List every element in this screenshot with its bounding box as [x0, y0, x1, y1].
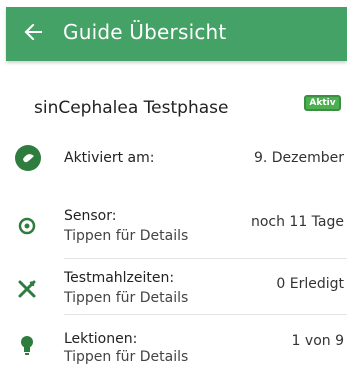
activated-row: Aktiviert am: 9. Dezember: [0, 140, 347, 176]
activated-value: 9. Dezember: [253, 150, 344, 166]
lessons-label: Lektionen:: [64, 331, 138, 347]
divider: [64, 258, 347, 259]
lessons-value: 1 von 9: [291, 333, 344, 349]
test-meals-value: 0 Erledigt: [276, 276, 344, 292]
app-bar: Guide Übersicht: [6, 7, 347, 61]
lightbulb-icon: [19, 334, 35, 356]
sensor-label: Sensor:: [64, 208, 117, 224]
activation-dot-icon: [15, 145, 41, 171]
back-button[interactable]: [18, 19, 48, 49]
sensor-value: noch 11 Tage: [250, 214, 344, 230]
lessons-details-hint: Tippen für Details: [64, 349, 189, 365]
status-badge: Aktiv: [304, 95, 341, 111]
page-title: sinCephalea Testphase: [34, 98, 229, 118]
sensor-details-hint: Tippen für Details: [64, 228, 189, 244]
app-title: Guide Übersicht: [63, 20, 227, 44]
sensor-row[interactable]: Sensor: Tippen für Details noch 11 Tage: [0, 204, 347, 254]
cutlery-icon: [17, 279, 37, 299]
lessons-row[interactable]: Lektionen: Tippen für Details 1 von 9: [0, 326, 347, 365]
sensor-icon: [18, 217, 36, 235]
divider: [64, 314, 347, 315]
test-meals-label: Testmahlzeiten:: [64, 270, 175, 286]
guide-header: sinCephalea Testphase Aktiv: [0, 92, 347, 126]
arrow-left-icon: [24, 23, 42, 44]
test-meals-row[interactable]: Testmahlzeiten: Tippen für Details 0 Erl…: [0, 268, 347, 308]
activated-label: Aktiviert am:: [64, 150, 155, 166]
test-meals-details-hint: Tippen für Details: [64, 290, 189, 306]
